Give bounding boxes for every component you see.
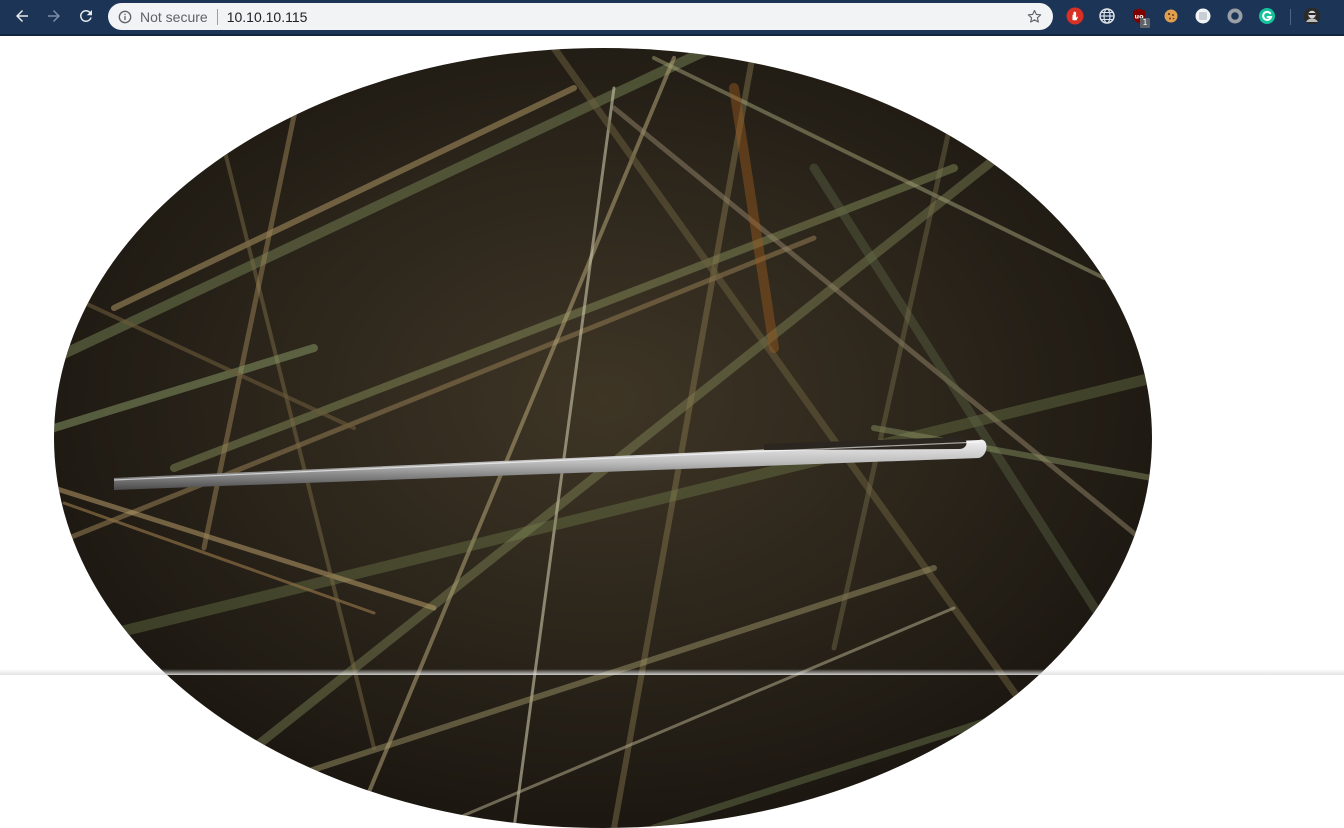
needle-haystack-image xyxy=(54,48,1152,828)
reload-button[interactable] xyxy=(74,4,98,28)
forward-button[interactable] xyxy=(42,4,66,28)
grammarly-extension-icon[interactable] xyxy=(1258,7,1276,25)
security-label[interactable]: Not secure xyxy=(140,9,208,25)
info-icon[interactable] xyxy=(118,10,132,24)
globe-extension-icon[interactable] xyxy=(1098,7,1116,25)
url-text[interactable]: 10.10.10.115 xyxy=(227,9,308,25)
omnibox-divider xyxy=(216,8,218,25)
toolbar-separator xyxy=(1290,9,1291,25)
ring-extension-icon[interactable] xyxy=(1226,7,1244,25)
stop-hand-extension-icon[interactable] xyxy=(1066,7,1084,25)
bookmark-star-icon[interactable] xyxy=(1026,8,1043,25)
page-bottom-edge xyxy=(0,669,1344,675)
address-bar[interactable]: Not secure 10.10.10.115 xyxy=(108,3,1053,30)
cookie-extension-icon[interactable] xyxy=(1162,7,1180,25)
back-arrow-icon xyxy=(16,10,28,22)
reload-icon xyxy=(79,9,92,22)
profile-avatar-icon[interactable] xyxy=(1303,7,1321,25)
page-content xyxy=(0,36,1344,828)
ublock-origin-extension-icon[interactable]: uo 1 xyxy=(1130,7,1150,28)
white-square-extension-icon[interactable] xyxy=(1194,7,1212,25)
browser-toolbar: Not secure 10.10.10.115 uo 1 xyxy=(0,0,1344,36)
back-button[interactable] xyxy=(10,4,34,28)
extension-badge-count: 1 xyxy=(1140,18,1150,28)
forward-arrow-icon xyxy=(48,10,60,22)
